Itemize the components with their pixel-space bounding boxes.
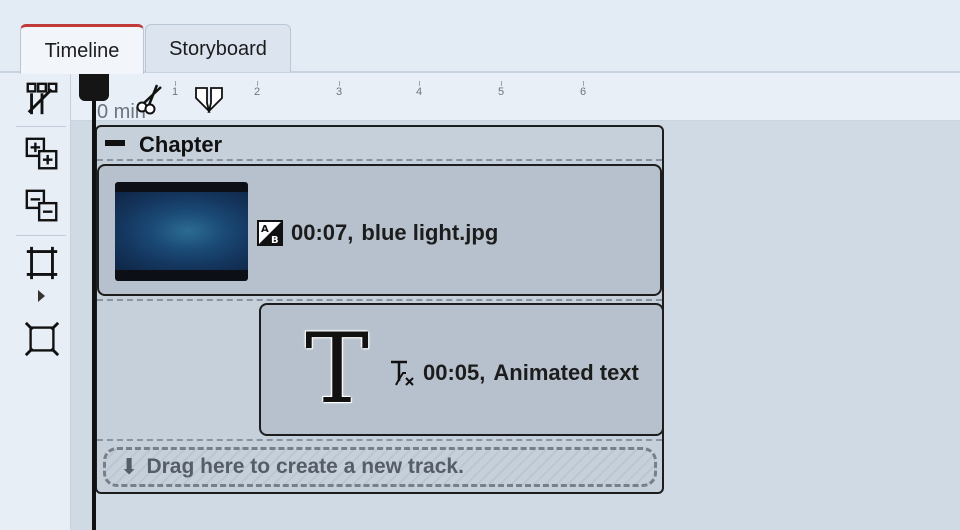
fit-frame-icon <box>26 246 58 280</box>
text-clip-name: Animated text <box>493 360 639 385</box>
chapter-block[interactable]: Chapter A B 00:07, blue light.jpg T 00:0… <box>95 125 664 494</box>
text-effect-icon <box>391 360 414 386</box>
tab-timeline-label: Timeline <box>44 40 120 62</box>
tab-timeline[interactable]: Timeline <box>20 24 144 74</box>
marker-icon[interactable] <box>193 85 225 113</box>
tab-storyboard[interactable]: Storyboard <box>145 24 291 72</box>
add-track-button[interactable] <box>22 134 62 174</box>
image-clip-name: blue light.jpg <box>361 220 499 245</box>
expand-menu-arrow-icon[interactable] <box>38 290 45 302</box>
toolbar-divider <box>16 126 66 127</box>
ruler-tick-label: 6 <box>580 86 587 98</box>
ruler-tick-label: 2 <box>254 86 261 98</box>
ruler-tick-label: 5 <box>498 86 505 98</box>
down-arrow-icon: ⬇ <box>120 454 139 479</box>
collapse-icon[interactable] <box>105 140 125 146</box>
track-divider <box>97 299 662 301</box>
toolbar-divider <box>16 235 66 236</box>
tab-storyboard-label: Storyboard <box>169 38 267 60</box>
playhead-line[interactable] <box>92 78 96 530</box>
new-track-dropzone[interactable]: ⬇ Drag here to create a new track. <box>103 447 657 487</box>
expand-frame-button[interactable] <box>22 319 62 359</box>
grid-split-icon <box>26 82 58 115</box>
scissors-icon[interactable] <box>133 81 167 115</box>
grid-split-button[interactable] <box>22 79 62 119</box>
image-thumbnail-content <box>115 192 248 270</box>
image-transition-icon: A B <box>257 220 283 246</box>
dropzone-label: Drag here to create a new track. <box>146 455 464 478</box>
image-thumbnail <box>115 182 248 281</box>
time-ruler[interactable]: 1 2 3 4 5 6 0 min <box>71 73 960 123</box>
ruler-tick-label: 3 <box>336 86 343 98</box>
image-clip-duration: 00:07, <box>291 220 354 245</box>
ruler-tick-label: 4 <box>416 86 423 98</box>
chapter-header: Chapter <box>97 127 662 161</box>
playhead-handle[interactable] <box>79 73 109 101</box>
svg-text:A: A <box>261 224 269 235</box>
fit-frame-button[interactable] <box>22 243 62 283</box>
add-track-icon <box>25 137 58 170</box>
track-divider <box>97 439 662 441</box>
timeline-area[interactable]: 1 2 3 4 5 6 0 min Chapter A B 00:07, blu… <box>71 73 960 530</box>
left-toolbar <box>0 73 71 530</box>
image-clip[interactable]: A B 00:07, blue light.jpg <box>97 164 662 296</box>
text-clip-info: 00:05, Animated text <box>389 359 639 387</box>
tab-bar: Timeline Storyboard <box>0 0 960 74</box>
text-thumbnail-glyph: T <box>304 313 370 425</box>
text-clip[interactable]: T 00:05, Animated text <box>259 303 664 436</box>
ruler-tick-label: 1 <box>172 86 179 98</box>
remove-track-icon <box>25 189 58 222</box>
remove-track-button[interactable] <box>22 186 62 226</box>
text-clip-duration: 00:05, <box>423 360 486 385</box>
image-clip-info: A B 00:07, blue light.jpg <box>257 220 498 246</box>
expand-frame-icon <box>24 321 60 357</box>
chapter-title: Chapter <box>139 132 223 157</box>
text-thumbnail: T <box>287 313 387 425</box>
svg-text:B: B <box>271 235 279 246</box>
